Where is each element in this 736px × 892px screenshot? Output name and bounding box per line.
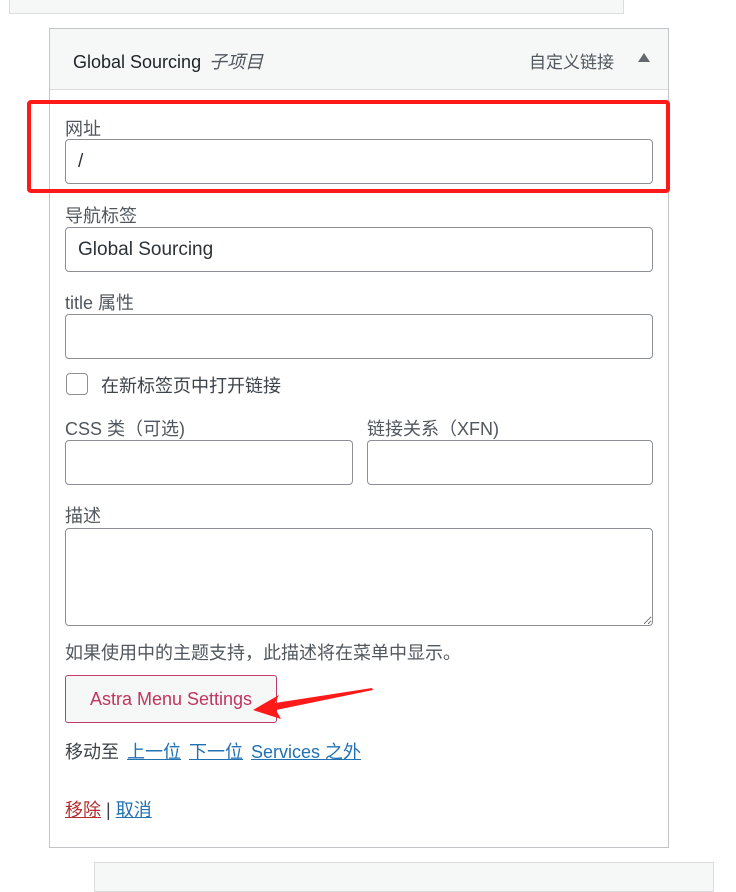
- menu-item-type: 自定义链接: [529, 53, 614, 72]
- menu-item-title-text: Global Sourcing: [73, 52, 202, 72]
- title-attribute-input[interactable]: [65, 314, 653, 359]
- xfn-input[interactable]: [367, 440, 653, 485]
- menu-item-subtitle: 子项目: [209, 52, 264, 72]
- menu-item-title: Global Sourcing 子项目: [73, 48, 263, 74]
- css-classes-label: CSS 类（可选): [65, 419, 186, 439]
- move-out-from-under-link[interactable]: Services 之外: [251, 742, 361, 762]
- title-attribute-label: title 属性: [65, 293, 135, 313]
- description-help-text: 如果使用中的主题支持，此描述将在菜单中显示。: [65, 643, 461, 663]
- menu-item-header[interactable]: Global Sourcing 子项目 自定义链接: [50, 29, 668, 90]
- open-new-tab-label[interactable]: 在新标签页中打开链接: [101, 372, 281, 398]
- css-classes-input[interactable]: [65, 440, 353, 485]
- url-input[interactable]: [65, 139, 653, 184]
- description-textarea[interactable]: [65, 528, 653, 626]
- next-menu-item-panel: [94, 862, 714, 892]
- astra-menu-settings-button[interactable]: Astra Menu Settings: [65, 675, 277, 723]
- cancel-link[interactable]: 取消: [116, 800, 152, 820]
- move-row: 移动至 上一位 下一位 Services 之外: [65, 738, 361, 764]
- url-label: 网址: [65, 119, 101, 139]
- move-label: 移动至: [65, 742, 119, 762]
- triangle-up-icon[interactable]: [638, 53, 650, 62]
- description-label: 描述: [65, 506, 101, 526]
- remove-link[interactable]: 移除: [65, 800, 101, 820]
- nav-label-input[interactable]: [65, 227, 653, 272]
- move-up-link[interactable]: 上一位: [127, 742, 181, 762]
- move-down-link[interactable]: 下一位: [189, 742, 243, 762]
- nav-label-label: 导航标签: [65, 206, 137, 226]
- open-new-tab-checkbox[interactable]: [66, 373, 88, 395]
- menu-item-panel: Global Sourcing 子项目 自定义链接 网址 导航标签 title 属…: [49, 28, 669, 848]
- item-actions: 移除 | 取消: [65, 796, 152, 822]
- actions-separator: |: [106, 800, 111, 820]
- xfn-label: 链接关系（XFN): [367, 419, 499, 439]
- previous-menu-item-panel: [9, 0, 624, 14]
